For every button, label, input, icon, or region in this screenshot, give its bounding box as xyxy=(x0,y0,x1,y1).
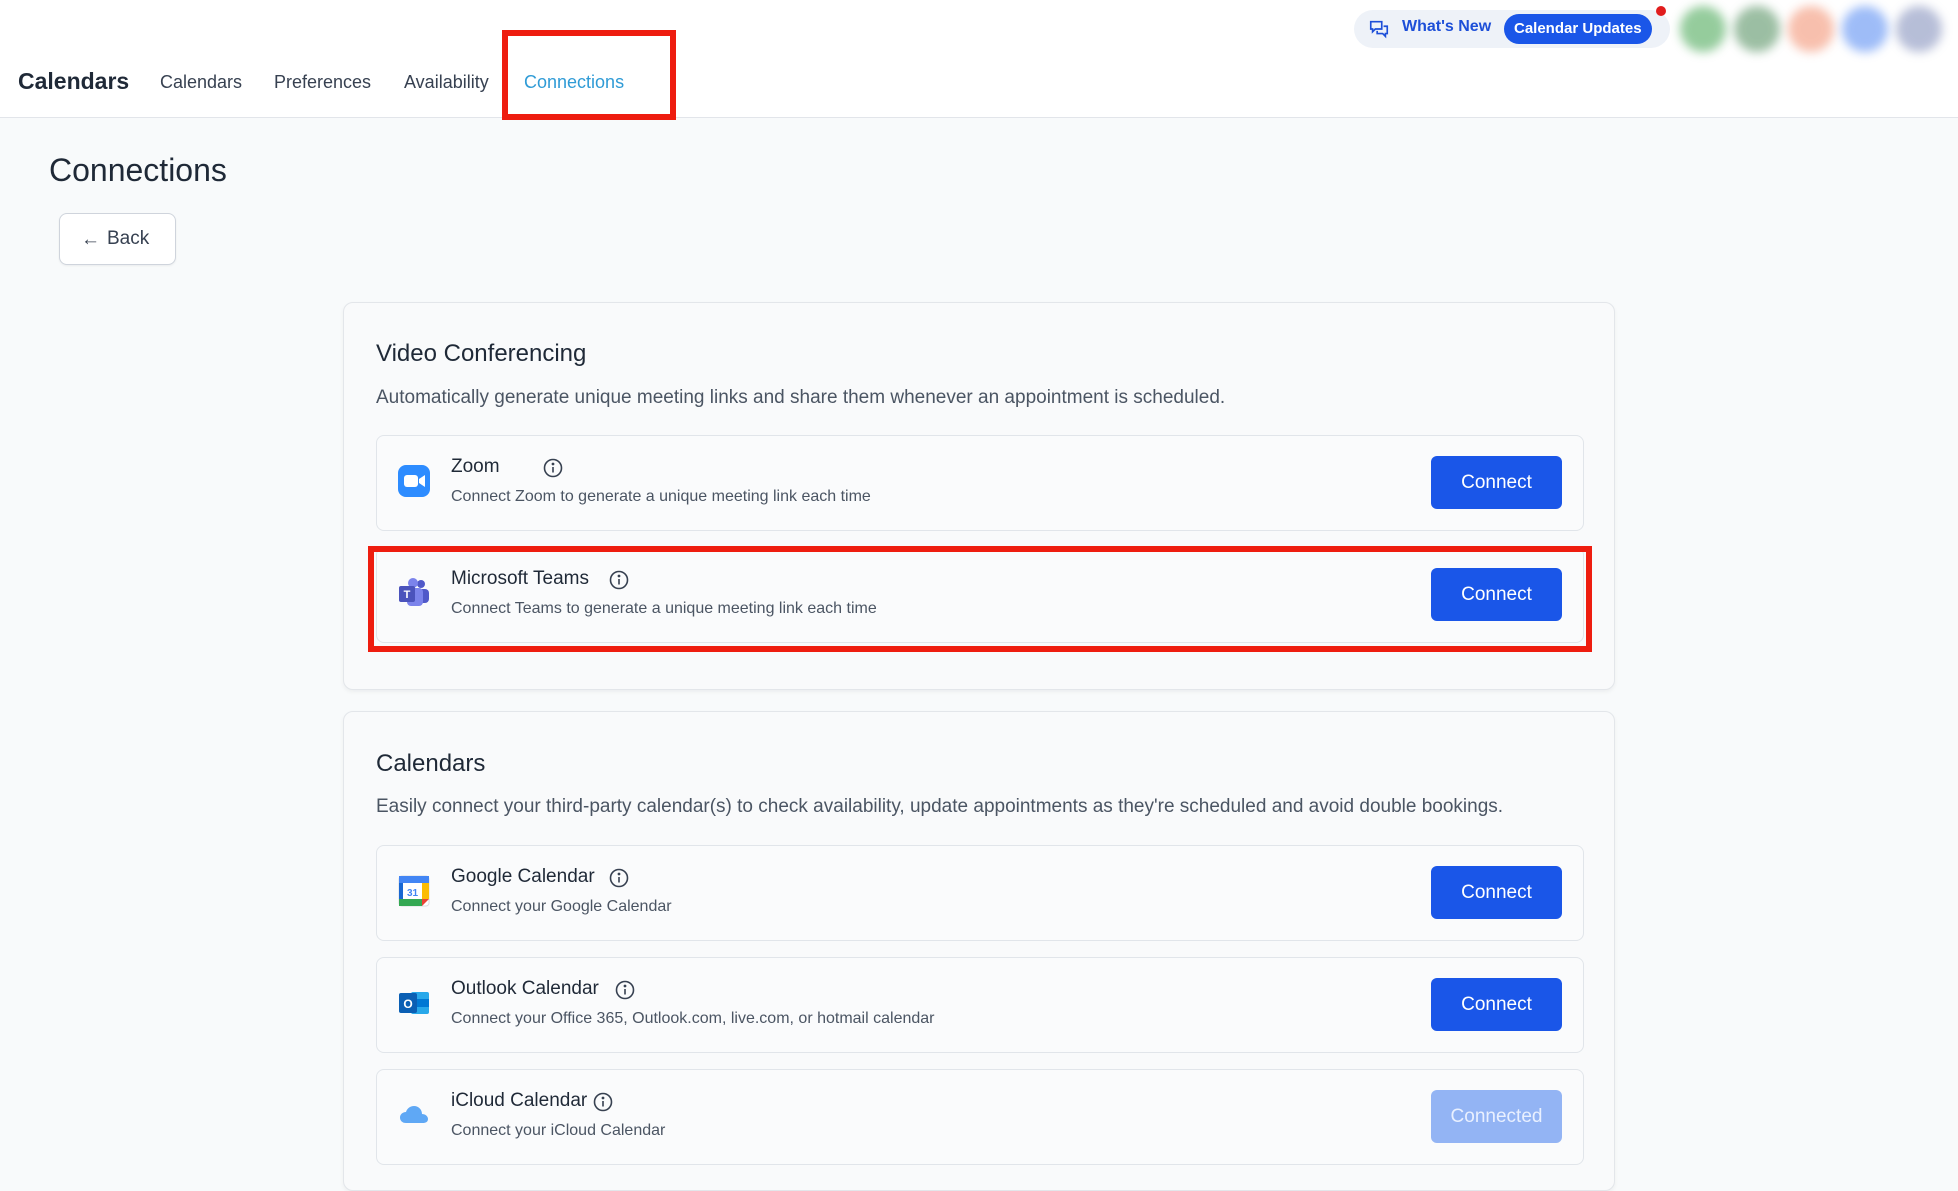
info-icon[interactable] xyxy=(609,868,629,888)
section-title: Video Conferencing xyxy=(376,340,587,367)
tab-preferences[interactable]: Preferences xyxy=(274,72,371,93)
video-conferencing-card: Video Conferencing Automatically generat… xyxy=(343,302,1615,690)
integration-row-outlook-calendar: O Outlook Calendar Connect your Office 3… xyxy=(376,957,1584,1053)
svg-text:T: T xyxy=(404,589,411,601)
integration-description: Connect your Office 365, Outlook.com, li… xyxy=(451,1010,935,1027)
icloud-icon xyxy=(400,1106,428,1123)
integration-description: Connect your iCloud Calendar xyxy=(451,1122,666,1139)
whats-new-label[interactable]: What's New xyxy=(1402,18,1491,36)
page-title: Connections xyxy=(49,152,227,188)
avatar[interactable] xyxy=(1734,6,1780,52)
integration-description: Connect Zoom to generate a unique meetin… xyxy=(451,488,871,505)
outlook-icon: O xyxy=(399,992,429,1014)
avatar[interactable] xyxy=(1896,6,1942,52)
top-navigation-bar: Calendars Calendars Preferences Availabi… xyxy=(0,0,1958,118)
info-icon[interactable] xyxy=(609,570,629,590)
integration-description: Connect Teams to generate a unique meeti… xyxy=(451,600,877,617)
microsoft-teams-icon: T xyxy=(399,578,429,606)
zoom-icon xyxy=(398,465,430,497)
back-button-label: Back xyxy=(107,228,150,249)
google-calendar-icon: 31 xyxy=(398,875,430,907)
arrow-left-icon: ← xyxy=(81,229,100,250)
integration-name: Zoom xyxy=(451,456,500,477)
integration-name: Outlook Calendar xyxy=(451,978,599,999)
notification-dot xyxy=(1656,6,1666,16)
integration-name: Microsoft Teams xyxy=(451,568,589,589)
tab-availability[interactable]: Availability xyxy=(404,72,489,93)
integration-row-google-calendar: 31 Google Calendar Connect your Google C… xyxy=(376,845,1584,941)
integration-row-icloud-calendar: iCloud Calendar Connect your iCloud Cale… xyxy=(376,1069,1584,1165)
avatar[interactable] xyxy=(1788,6,1834,52)
avatar[interactable] xyxy=(1680,6,1726,52)
tab-connections[interactable]: Connections xyxy=(524,72,624,93)
info-icon[interactable] xyxy=(543,458,563,478)
whats-new-pill[interactable]: What's New Calendar Updates xyxy=(1354,10,1670,48)
info-icon[interactable] xyxy=(593,1092,613,1112)
calendar-updates-button[interactable]: Calendar Updates xyxy=(1504,14,1652,44)
section-description: Automatically generate unique meeting li… xyxy=(376,387,1226,408)
section-title: Calendars xyxy=(376,750,486,777)
connect-button[interactable]: Connect xyxy=(1431,978,1562,1031)
avatar[interactable] xyxy=(1842,6,1888,52)
integration-name: Google Calendar xyxy=(451,866,595,887)
connect-button[interactable]: Connect xyxy=(1431,456,1562,509)
calendars-card: Calendars Easily connect your third-part… xyxy=(343,711,1615,1191)
integration-row-zoom: Zoom Connect Zoom to generate a unique m… xyxy=(376,435,1584,531)
integration-row-microsoft-teams: T Microsoft Teams Connect Teams to gener… xyxy=(376,547,1584,643)
tab-calendars[interactable]: Calendars xyxy=(160,72,242,93)
integration-name: iCloud Calendar xyxy=(451,1090,588,1111)
section-description: Easily connect your third-party calendar… xyxy=(376,796,1504,817)
integration-description: Connect your Google Calendar xyxy=(451,898,672,915)
connect-button[interactable]: Connect xyxy=(1431,866,1562,919)
connect-button[interactable]: Connect xyxy=(1431,568,1562,621)
connected-button[interactable]: Connected xyxy=(1431,1090,1562,1143)
info-icon[interactable] xyxy=(615,980,635,1000)
svg-text:O: O xyxy=(403,997,412,1011)
svg-text:31: 31 xyxy=(407,888,419,899)
chat-bubbles-icon xyxy=(1369,20,1389,39)
back-button[interactable]: ← Back xyxy=(59,213,176,265)
app-title: Calendars xyxy=(18,68,130,94)
